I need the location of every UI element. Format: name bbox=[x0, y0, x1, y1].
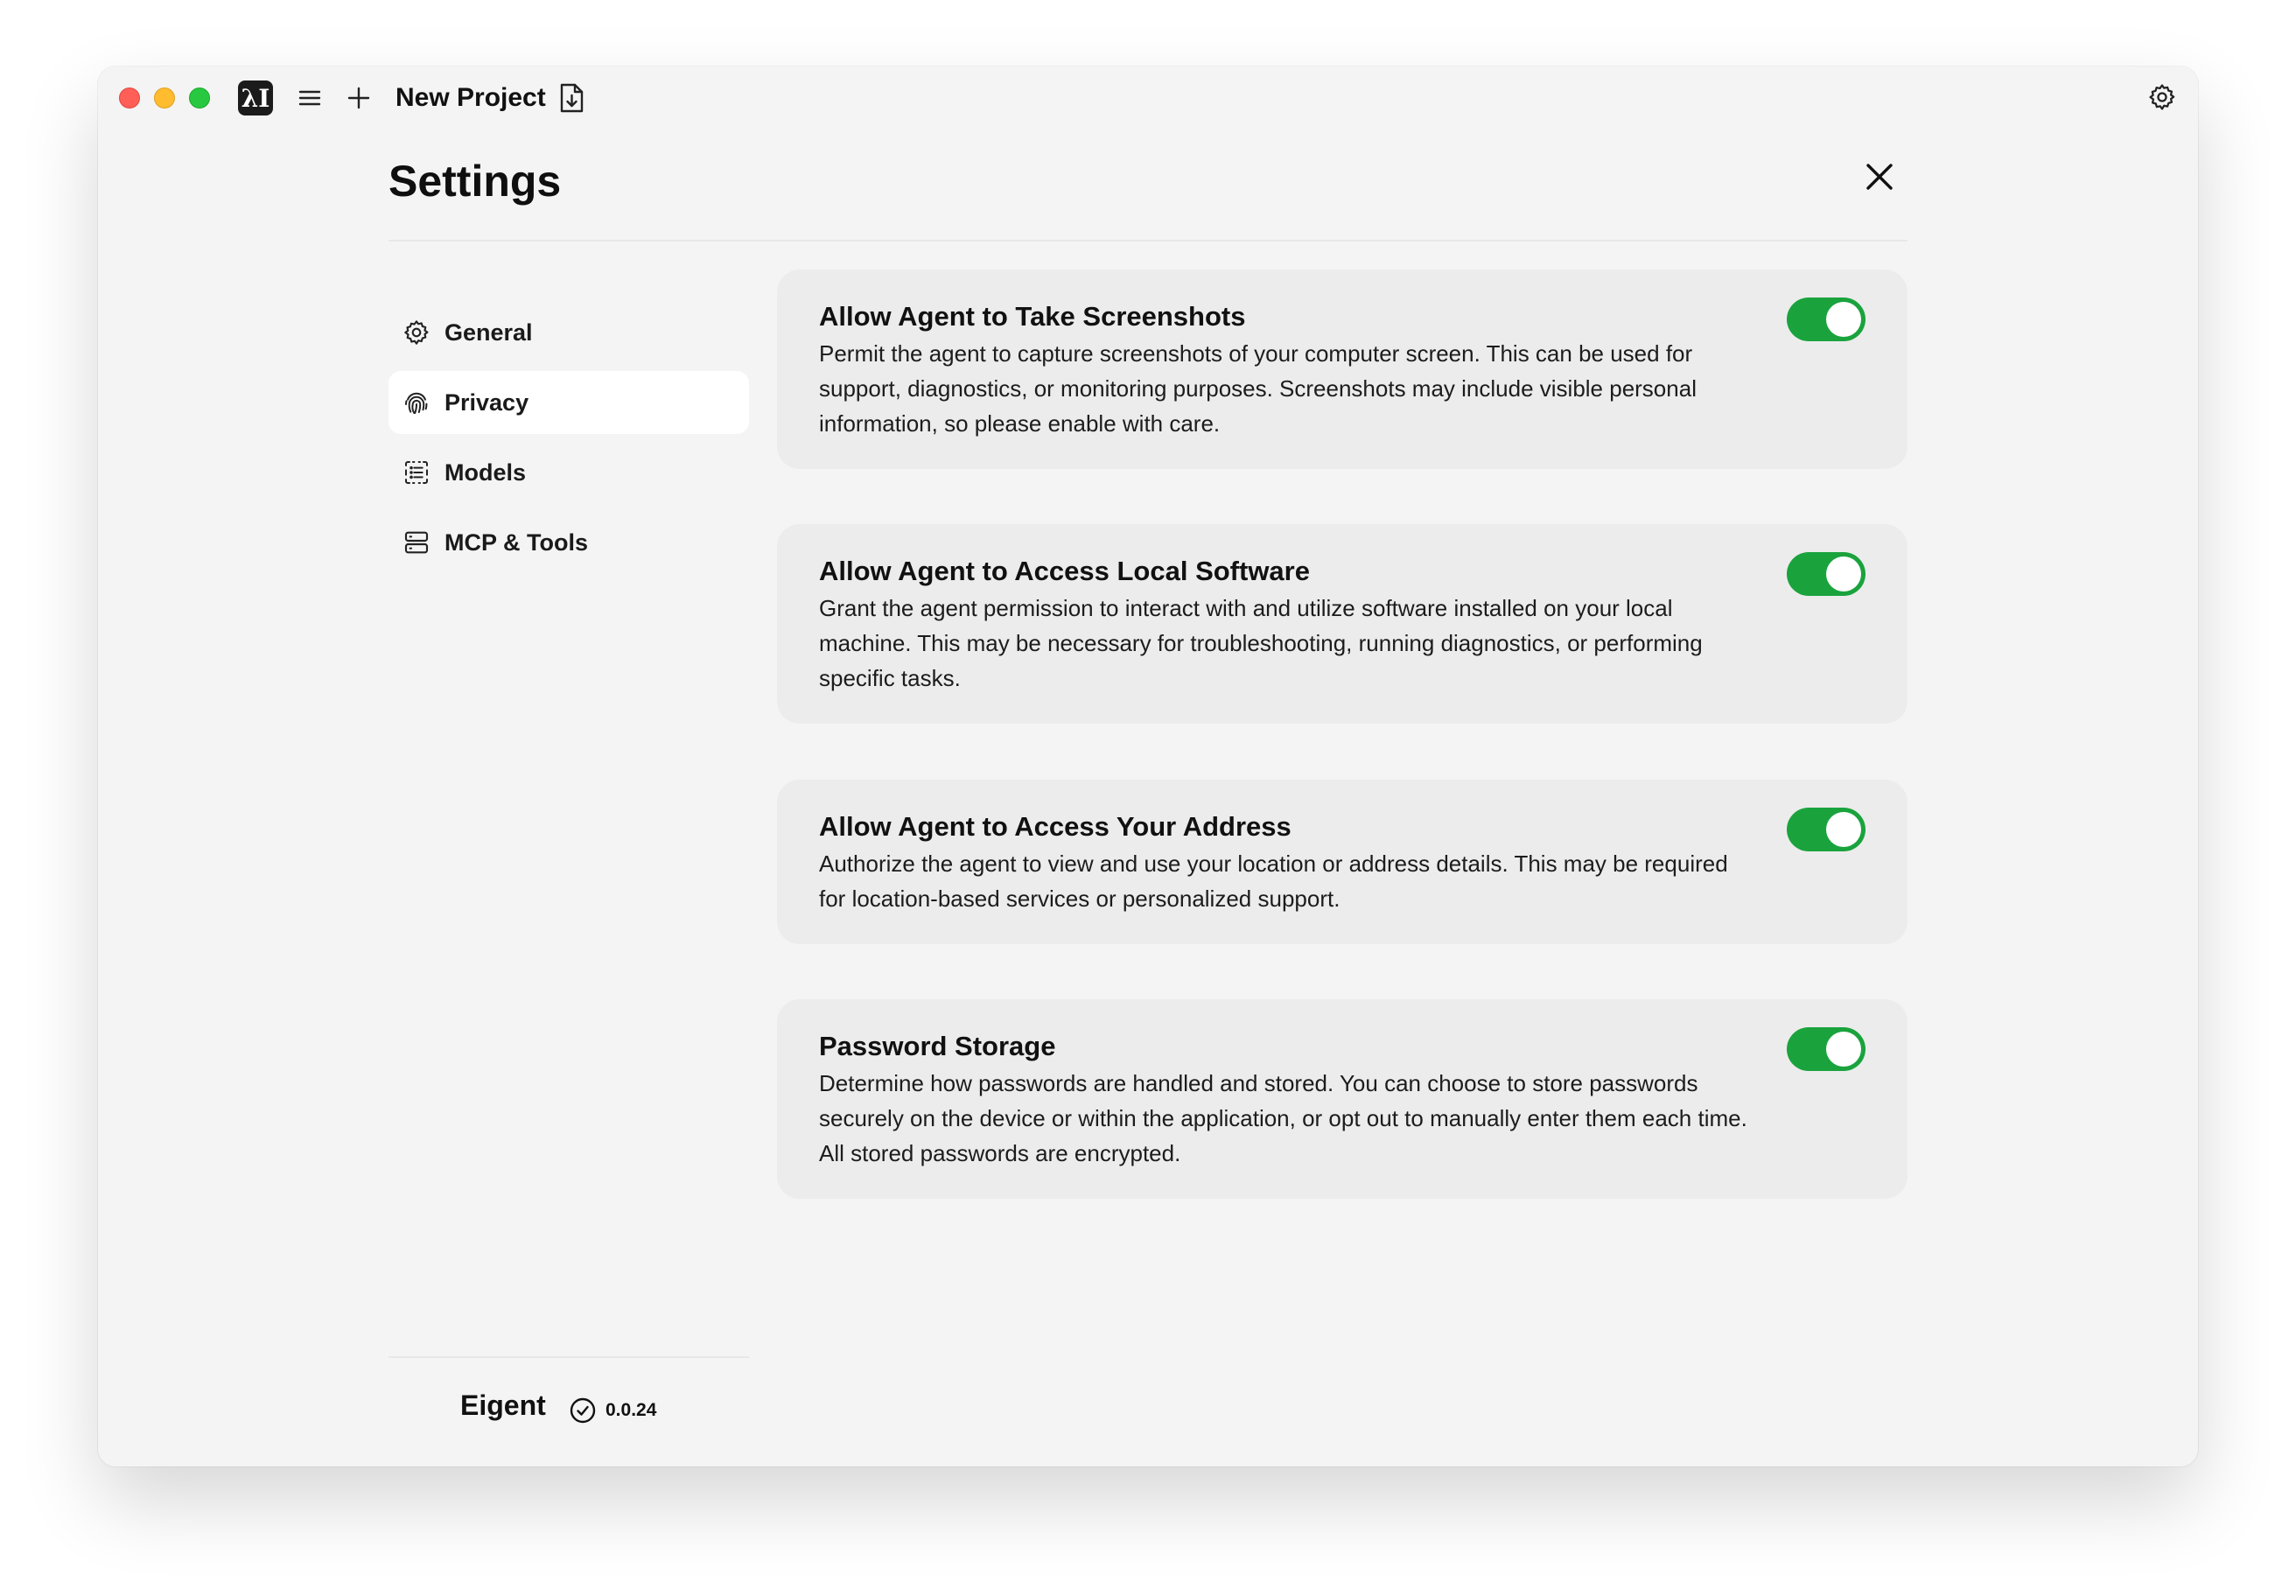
toggle-knob bbox=[1826, 302, 1861, 337]
sidebar-item-label: Models bbox=[444, 458, 527, 486]
setting-card-password-storage: Password Storage Determine how passwords… bbox=[777, 999, 1908, 1199]
list-icon bbox=[402, 458, 430, 486]
toggle-knob bbox=[1826, 556, 1861, 592]
toggle-knob bbox=[1826, 1032, 1861, 1067]
maximize-window-button[interactable] bbox=[189, 88, 210, 108]
setting-description: Grant the agent permission to interact w… bbox=[819, 595, 1703, 691]
setting-title: Password Storage bbox=[819, 1031, 1056, 1061]
setting-description: Authorize the agent to view and use your… bbox=[819, 850, 1728, 912]
fingerprint-icon bbox=[402, 388, 430, 416]
setting-card-address: Allow Agent to Access Your Address Autho… bbox=[777, 780, 1908, 944]
sidebar-divider bbox=[388, 1356, 749, 1358]
add-icon[interactable] bbox=[345, 84, 373, 112]
local-software-toggle[interactable] bbox=[1787, 552, 1866, 596]
setting-card-screenshots: Allow Agent to Take Screenshots Permit t… bbox=[777, 270, 1908, 469]
sidebar-item-privacy[interactable]: Privacy bbox=[388, 371, 749, 434]
setting-title: Allow Agent to Take Screenshots bbox=[819, 301, 1246, 332]
setting-card-local-software: Allow Agent to Access Local Software Gra… bbox=[777, 524, 1908, 724]
menu-icon[interactable] bbox=[296, 84, 324, 112]
project-title[interactable]: New Project bbox=[396, 80, 546, 116]
app-window: λI New Project Settings General Privacy bbox=[98, 66, 2198, 1466]
sidebar-item-mcp-tools[interactable]: MCP & Tools bbox=[388, 511, 749, 574]
setting-title: Allow Agent to Access Your Address bbox=[819, 811, 1292, 842]
screenshots-toggle[interactable] bbox=[1787, 298, 1866, 341]
header-divider bbox=[388, 240, 1908, 242]
version-label: 0.0.24 bbox=[606, 1400, 657, 1420]
close-icon[interactable] bbox=[1860, 158, 1899, 196]
setting-title: Allow Agent to Access Local Software bbox=[819, 556, 1310, 586]
address-toggle[interactable] bbox=[1787, 808, 1866, 851]
sidebar-item-general[interactable]: General bbox=[388, 301, 749, 364]
sidebar-item-label: MCP & Tools bbox=[444, 528, 589, 556]
minimize-window-button[interactable] bbox=[154, 88, 175, 108]
page-title: Settings bbox=[388, 157, 562, 206]
gear-icon[interactable] bbox=[2147, 82, 2177, 112]
password-storage-toggle[interactable] bbox=[1787, 1027, 1866, 1071]
title-bar: λI New Project bbox=[98, 66, 2198, 130]
gear-icon bbox=[402, 318, 430, 346]
check-circle-icon bbox=[569, 1396, 597, 1424]
sidebar-item-models[interactable]: Models bbox=[388, 441, 749, 504]
server-icon bbox=[402, 528, 430, 556]
sidebar-item-label: General bbox=[444, 318, 533, 346]
setting-description: Determine how passwords are handled and … bbox=[819, 1070, 1747, 1166]
brand-name: Eigent bbox=[460, 1390, 546, 1421]
setting-description: Permit the agent to capture screenshots … bbox=[819, 340, 1697, 437]
close-window-button[interactable] bbox=[119, 88, 140, 108]
toggle-knob bbox=[1826, 812, 1861, 847]
document-download-icon[interactable] bbox=[556, 82, 586, 114]
sidebar-item-label: Privacy bbox=[444, 388, 529, 416]
app-logo[interactable]: λI bbox=[238, 80, 273, 116]
